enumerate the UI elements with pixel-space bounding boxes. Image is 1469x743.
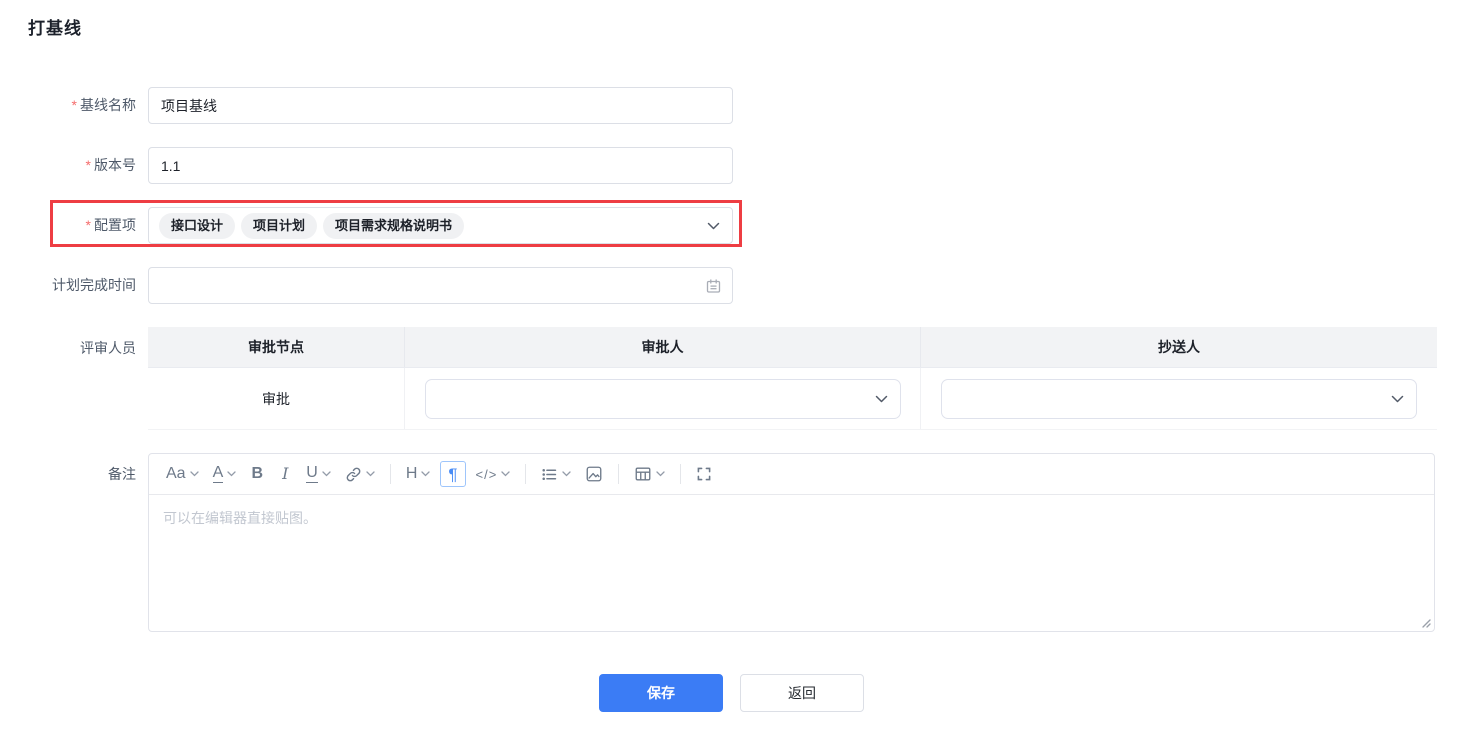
chevron-down-icon bbox=[707, 222, 720, 230]
field-row-plan-finish-time: 计划完成时间 bbox=[28, 267, 1469, 304]
image-button[interactable] bbox=[581, 461, 607, 487]
font-color-button[interactable]: A bbox=[209, 461, 241, 487]
plan-finish-time-input[interactable] bbox=[148, 267, 733, 304]
baseline-form: *基线名称 *版本号 *配置项 接口设计 项目计划 项目需求规格说明书 计划完成… bbox=[28, 87, 1469, 632]
config-item-tag[interactable]: 项目计划 bbox=[241, 212, 318, 239]
fullscreen-icon bbox=[696, 466, 712, 482]
field-row-version: * 版本号 bbox=[28, 147, 1469, 184]
chevron-down-icon bbox=[227, 471, 236, 477]
fullscreen-button[interactable] bbox=[692, 461, 716, 487]
chevron-down-icon bbox=[1391, 395, 1404, 403]
chevron-down-icon bbox=[421, 471, 431, 477]
reviewers-label: 评审人员 bbox=[80, 340, 136, 356]
table-icon bbox=[634, 465, 652, 483]
config-items-label: * 配置项 bbox=[85, 217, 136, 233]
approver-select[interactable] bbox=[424, 378, 901, 419]
chevron-down-icon bbox=[501, 471, 510, 477]
baseline-name-label: * 基线名称 bbox=[71, 97, 136, 113]
column-header-approver: 审批人 bbox=[405, 327, 921, 367]
baseline-form-page: 打基线 *基线名称 *版本号 *配置项 接口设计 项目计划 项目需求规格说明书 bbox=[0, 0, 1469, 743]
list-button[interactable] bbox=[537, 461, 575, 487]
chevron-down-icon bbox=[189, 471, 199, 477]
paragraph-button[interactable]: ¶ bbox=[440, 461, 466, 487]
config-item-tag[interactable]: 项目需求规格说明书 bbox=[323, 212, 465, 239]
cc-cell bbox=[921, 368, 1437, 429]
remark-label: 备注 bbox=[108, 466, 136, 482]
table-row: 审批 bbox=[148, 368, 1437, 430]
bold-button[interactable]: B bbox=[246, 461, 268, 487]
field-row-baseline-name: * 基线名称 bbox=[28, 87, 1469, 124]
required-marker: * bbox=[71, 97, 77, 113]
heading-button[interactable]: H bbox=[402, 461, 435, 487]
config-item-tag[interactable]: 接口设计 bbox=[159, 212, 236, 239]
resize-handle[interactable] bbox=[1420, 617, 1431, 628]
chevron-down-icon bbox=[366, 471, 375, 477]
column-header-approval-node: 审批节点 bbox=[148, 327, 405, 367]
form-actions: 保存 返回 bbox=[28, 674, 1435, 712]
plan-finish-time-label: 计划完成时间 bbox=[52, 277, 136, 293]
cc-select[interactable] bbox=[941, 378, 1417, 419]
reviewers-table-header: 审批节点 审批人 抄送人 bbox=[148, 327, 1437, 368]
plan-finish-time-datepicker[interactable] bbox=[148, 267, 733, 304]
table-button[interactable] bbox=[630, 461, 669, 487]
chevron-down-icon bbox=[875, 395, 888, 403]
required-marker: * bbox=[85, 157, 91, 173]
italic-button[interactable]: I bbox=[274, 461, 296, 487]
chevron-down-icon bbox=[322, 471, 331, 477]
field-row-config-items: * 配置项 接口设计 项目计划 项目需求规格说明书 bbox=[28, 200, 1469, 247]
link-button[interactable] bbox=[341, 461, 379, 487]
editor-toolbar: Aa A B I U H ¶ </> bbox=[149, 454, 1434, 495]
list-icon bbox=[541, 466, 558, 483]
field-row-reviewers: 评审人员 审批节点 审批人 抄送人 审批 bbox=[28, 327, 1469, 430]
link-icon bbox=[345, 466, 362, 483]
config-items-multiselect[interactable]: 接口设计 项目计划 项目需求规格说明书 bbox=[148, 207, 733, 244]
approval-node-cell: 审批 bbox=[148, 368, 405, 429]
toolbar-divider bbox=[618, 464, 620, 484]
editor-content-area[interactable]: 可以在编辑器直接贴图。 bbox=[149, 495, 1434, 631]
version-input[interactable] bbox=[148, 147, 733, 184]
back-button[interactable]: 返回 bbox=[740, 674, 864, 712]
column-header-cc: 抄送人 bbox=[1158, 339, 1200, 355]
rich-text-editor: Aa A B I U H ¶ </> 可以在编辑器直接贴图。 bbox=[148, 453, 1435, 632]
page-title: 打基线 bbox=[28, 19, 82, 38]
editor-placeholder: 可以在编辑器直接贴图。 bbox=[163, 510, 317, 526]
field-row-remark: 备注 Aa A B I U H ¶ </> 可以在编辑器直接贴图。 bbox=[28, 453, 1469, 632]
version-label: * 版本号 bbox=[85, 157, 136, 173]
reviewers-table: 审批节点 审批人 抄送人 审批 bbox=[148, 327, 1437, 430]
font-size-button[interactable]: Aa bbox=[162, 461, 203, 487]
chevron-down-icon bbox=[562, 471, 571, 477]
calendar-icon bbox=[705, 277, 722, 294]
toolbar-divider bbox=[525, 464, 527, 484]
save-button[interactable]: 保存 bbox=[599, 674, 723, 712]
required-marker: * bbox=[85, 217, 91, 233]
baseline-name-input[interactable] bbox=[148, 87, 733, 124]
image-icon bbox=[585, 465, 603, 483]
toolbar-divider bbox=[680, 464, 682, 484]
chevron-down-icon bbox=[656, 471, 665, 477]
approver-cell bbox=[405, 368, 921, 429]
underline-button[interactable]: U bbox=[302, 461, 335, 487]
code-button[interactable]: </> bbox=[472, 461, 515, 487]
toolbar-divider bbox=[389, 464, 391, 484]
